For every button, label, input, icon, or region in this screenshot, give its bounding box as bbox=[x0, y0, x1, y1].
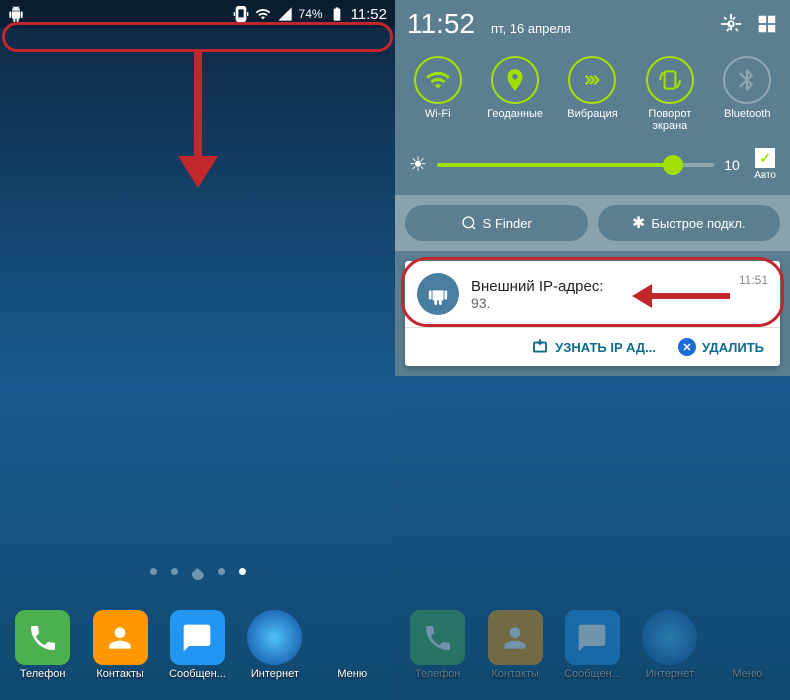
brightness-icon: ☀ bbox=[409, 152, 427, 177]
delete-label: УДАЛИТЬ bbox=[702, 340, 764, 355]
dock-contacts-label: Контакты bbox=[96, 668, 144, 680]
notification-card[interactable]: Внешний IP-адрес: 93. 11:51 УЗНАТЬ IP АД… bbox=[405, 261, 780, 366]
page-indicator bbox=[0, 568, 395, 580]
dock-internet[interactable]: Интернет bbox=[237, 610, 312, 680]
sfinder-button[interactable]: S Finder bbox=[405, 205, 588, 241]
dock-menu[interactable]: Меню bbox=[710, 610, 785, 680]
toggle-wifi[interactable]: Wi-Fi bbox=[402, 56, 474, 132]
notif-header: 11:52 пт, 16 апреля bbox=[395, 0, 790, 48]
battery-percent: 74% bbox=[299, 7, 323, 21]
location-icon bbox=[491, 56, 539, 104]
auto-label: Авто bbox=[754, 170, 776, 181]
brightness-value: 10 bbox=[724, 157, 744, 173]
toggle-location[interactable]: Геоданные bbox=[479, 56, 551, 132]
brightness-slider[interactable]: ☀ 10 ✓ Авто bbox=[395, 142, 790, 195]
panel-date: пт, 16 апреля bbox=[491, 21, 571, 36]
brightness-auto[interactable]: ✓ Авто bbox=[754, 148, 776, 181]
dock-phone[interactable]: Телефон bbox=[5, 610, 80, 680]
dock-messages-label: Сообщен... bbox=[564, 668, 621, 680]
left-arrow bbox=[650, 293, 730, 299]
search-icon bbox=[461, 215, 477, 231]
wifi-icon bbox=[414, 56, 462, 104]
toggle-vibration[interactable]: Вибрация bbox=[556, 56, 628, 132]
dock-menu-label: Меню bbox=[337, 668, 367, 680]
dock-messages-label: Сообщен... bbox=[169, 668, 226, 680]
page-dot-active[interactable] bbox=[239, 568, 246, 575]
learn-ip-button[interactable]: УЗНАТЬ IP АД... bbox=[531, 338, 656, 356]
dock-phone-label: Телефон bbox=[415, 668, 461, 680]
quick-toggles: Wi-Fi Геоданные Вибрация Поворот экрана … bbox=[395, 48, 790, 142]
checkbox-icon[interactable]: ✓ bbox=[755, 148, 775, 168]
dock-menu[interactable]: Меню bbox=[315, 610, 390, 680]
rotation-icon bbox=[646, 56, 694, 104]
down-arrow bbox=[194, 50, 202, 160]
close-icon: ✕ bbox=[678, 338, 696, 356]
notification-panel[interactable]: 11:52 пт, 16 апреля Wi-Fi Геоданные Вибр… bbox=[395, 0, 790, 376]
brightness-thumb[interactable] bbox=[663, 155, 683, 175]
statusbar-highlight bbox=[2, 22, 393, 52]
vibrate-icon bbox=[233, 6, 249, 22]
bluetooth-label: Bluetooth bbox=[724, 108, 770, 120]
page-dot[interactable] bbox=[218, 568, 225, 575]
dock-contacts[interactable]: Контакты bbox=[83, 610, 158, 680]
quick-connect-label: Быстрое подкл. bbox=[651, 216, 745, 231]
signal-icon bbox=[277, 6, 293, 22]
android-icon bbox=[8, 6, 24, 22]
sfinder-label: S Finder bbox=[483, 216, 532, 231]
dock-internet[interactable]: Интернет bbox=[632, 610, 707, 680]
status-time: 11:52 bbox=[351, 6, 387, 23]
dock-internet-label: Интернет bbox=[646, 668, 694, 680]
page-dot[interactable] bbox=[150, 568, 157, 575]
wifi-icon bbox=[255, 6, 271, 22]
right-screen: 11:52 пт, 16 апреля Wi-Fi Геоданные Вибр… bbox=[395, 0, 790, 700]
dock-messages[interactable]: Сообщен... bbox=[555, 610, 630, 680]
dock-internet-label: Интернет bbox=[251, 668, 299, 680]
home-dot[interactable] bbox=[192, 568, 204, 580]
panel-time: 11:52 bbox=[407, 8, 475, 40]
quick-connect-button[interactable]: ✱ Быстрое подкл. bbox=[598, 205, 781, 241]
dock: Телефон Контакты Сообщен... Интернет Мен… bbox=[0, 590, 395, 700]
battery-icon bbox=[329, 6, 345, 22]
brightness-track[interactable] bbox=[437, 163, 714, 167]
dock-contacts-label: Контакты bbox=[491, 668, 539, 680]
location-label: Геоданные bbox=[487, 108, 543, 120]
dock-messages[interactable]: Сообщен... bbox=[160, 610, 235, 680]
rotation-label: Поворот экрана bbox=[648, 108, 691, 132]
notification-title: Внешний IP-адрес: bbox=[471, 278, 727, 295]
delete-button[interactable]: ✕ УДАЛИТЬ bbox=[678, 338, 764, 356]
refresh-icon bbox=[531, 338, 549, 356]
dock-phone[interactable]: Телефон bbox=[400, 610, 475, 680]
panel-actions: S Finder ✱ Быстрое подкл. bbox=[395, 195, 790, 251]
dock: Телефон Контакты Сообщен... Интернет Мен… bbox=[395, 590, 790, 700]
bluetooth-icon bbox=[723, 56, 771, 104]
left-screen: 74% 11:52 Телефон Контакты Сообщен... bbox=[0, 0, 395, 700]
learn-ip-label: УЗНАТЬ IP АД... bbox=[555, 340, 656, 355]
toggle-rotation[interactable]: Поворот экрана bbox=[634, 56, 706, 132]
android-icon bbox=[417, 273, 459, 315]
page-dot[interactable] bbox=[171, 568, 178, 575]
notification-time: 11:51 bbox=[739, 273, 768, 287]
dock-menu-label: Меню bbox=[732, 668, 762, 680]
vibration-icon bbox=[568, 56, 616, 104]
vibration-label: Вибрация bbox=[567, 108, 617, 120]
toggle-bluetooth[interactable]: Bluetooth bbox=[711, 56, 783, 132]
grid-icon[interactable] bbox=[756, 13, 778, 35]
wifi-label: Wi-Fi bbox=[425, 108, 451, 120]
dock-contacts[interactable]: Контакты bbox=[478, 610, 553, 680]
connect-icon: ✱ bbox=[632, 213, 645, 233]
dock-phone-label: Телефон bbox=[20, 668, 66, 680]
settings-icon[interactable] bbox=[720, 13, 742, 35]
